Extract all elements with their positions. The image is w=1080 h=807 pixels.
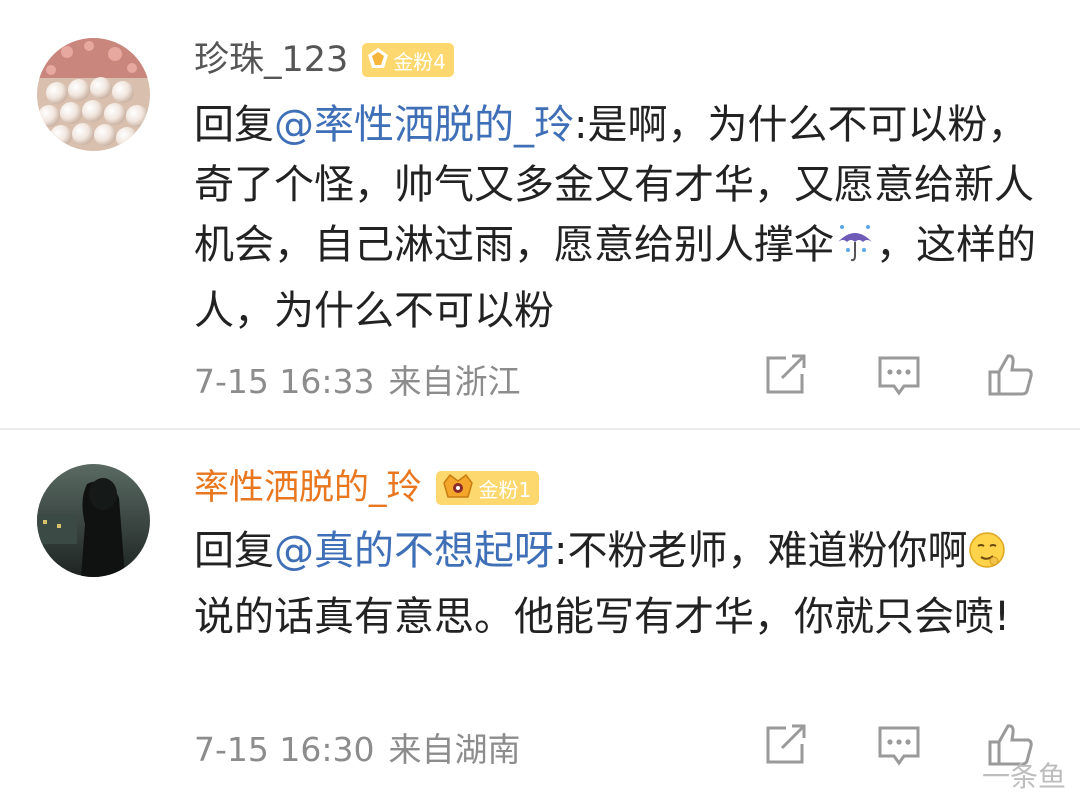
comment-text-part: :不粉老师，难道粉你啊 bbox=[554, 528, 968, 574]
comment-actions bbox=[760, 350, 1040, 400]
repost-icon[interactable] bbox=[760, 350, 810, 400]
avatar[interactable] bbox=[37, 38, 150, 151]
umbrella-rain-icon bbox=[834, 221, 876, 281]
smirk-face-icon bbox=[967, 527, 1007, 587]
comment-text: 回复@率性洒脱的_玲:是啊，为什么不可以粉，奇了个怪，帅气又多金又有才华，又愿意… bbox=[194, 95, 1044, 341]
comment-text-part: 说的话真有意思。他能写有才华，你就只会喷! bbox=[194, 594, 1011, 640]
comment-item: 率性洒脱的_玲 金粉1 回复@真的不想起呀:不粉老师，难道粉你啊 说的话真有意思… bbox=[0, 430, 1080, 807]
location: 来自湖南 bbox=[388, 730, 521, 769]
comment-meta: 7-15 16:30 来自湖南 bbox=[194, 723, 521, 771]
comment-item: 珍珠_123 金粉4 回复@率性洒脱的_玲:是啊，为什么不可以粉，奇了个怪，帅气… bbox=[0, 0, 1080, 428]
repost-icon[interactable] bbox=[760, 720, 810, 770]
reply-prefix: 回复 bbox=[194, 528, 274, 574]
user-header: 珍珠_123 金粉4 bbox=[194, 38, 455, 82]
location: 来自浙江 bbox=[388, 362, 521, 401]
avatar[interactable] bbox=[37, 464, 150, 577]
badge-label: 金粉1 bbox=[478, 477, 532, 502]
fan-badge: 金粉4 bbox=[362, 43, 455, 77]
timestamp: 7-15 16:30 bbox=[194, 730, 375, 769]
gem-badge-icon bbox=[366, 46, 390, 75]
comment-icon[interactable] bbox=[874, 350, 924, 400]
crown-badge-icon bbox=[440, 471, 476, 506]
watermark-text: 一条鱼 bbox=[981, 760, 1066, 793]
comment-icon[interactable] bbox=[874, 720, 924, 770]
username[interactable]: 珍珠_123 bbox=[194, 38, 348, 82]
mention-link[interactable]: @真的不想起呀 bbox=[274, 528, 554, 574]
timestamp: 7-15 16:33 bbox=[194, 362, 375, 401]
username[interactable]: 率性洒脱的_玲 bbox=[194, 466, 422, 510]
badge-label: 金粉4 bbox=[393, 49, 447, 74]
reply-prefix: 回复 bbox=[194, 102, 274, 148]
like-icon[interactable] bbox=[986, 350, 1036, 400]
fan-badge: 金粉1 bbox=[435, 471, 540, 506]
mention-link[interactable]: @率性洒脱的_玲 bbox=[274, 102, 574, 148]
watermark: 一条鱼 bbox=[982, 755, 1066, 795]
comment-meta: 7-15 16:33 来自浙江 bbox=[194, 355, 521, 403]
user-header: 率性洒脱的_玲 金粉1 bbox=[194, 466, 540, 510]
comment-text: 回复@真的不想起呀:不粉老师，难道粉你啊 说的话真有意思。他能写有才华，你就只会… bbox=[194, 521, 1044, 647]
